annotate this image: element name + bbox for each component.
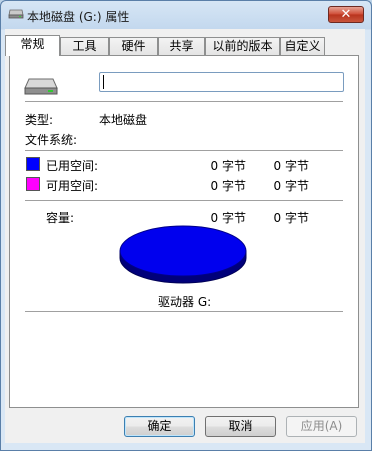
title-bar[interactable]: 本地磁盘 (G:) 属性 ✕ [1,1,371,29]
tab-general[interactable]: 常规 [5,35,60,56]
hard-drive-icon [24,78,58,95]
tab-tools[interactable]: 工具 [60,37,109,55]
free-space-bytes: 0 字节 [210,179,246,193]
separator [25,101,343,103]
free-space-swatch [26,177,40,191]
used-space-bytes: 0 字节 [210,159,246,173]
tab-hardware[interactable]: 硬件 [109,37,158,55]
used-space-size: 0 字节 [273,159,309,173]
drive-letter-label: 驱动器 G: [158,295,212,309]
capacity-bytes: 0 字节 [210,211,246,225]
volume-name-input[interactable] [99,72,344,92]
text-caret [103,75,104,89]
separator [25,200,343,202]
used-space-label: 已用空间: [46,159,99,173]
tab-sharing[interactable]: 共享 [158,37,205,55]
drive-icon [8,9,24,19]
used-space-swatch [26,157,40,171]
separator [25,150,343,152]
capacity-size: 0 字节 [273,211,309,225]
free-space-label: 可用空间: [46,179,99,193]
separator [25,311,343,313]
window-title: 本地磁盘 (G:) 属性 [27,10,130,24]
free-space-size: 0 字节 [273,179,309,193]
cancel-button[interactable]: 取消 [205,416,276,437]
close-icon: ✕ [340,7,352,22]
disk-usage-pie [119,225,247,284]
type-value: 本地磁盘 [99,113,148,127]
type-label: 类型: [25,113,54,127]
filesystem-label: 文件系统: [25,133,78,147]
tab-customize[interactable]: 自定义 [280,37,325,55]
tab-previous-versions[interactable]: 以前的版本 [205,37,280,55]
close-button[interactable]: ✕ [328,6,364,23]
ok-button[interactable]: 确定 [124,416,195,437]
apply-button[interactable]: 应用(A) [286,416,357,437]
capacity-label: 容量: [46,211,75,225]
